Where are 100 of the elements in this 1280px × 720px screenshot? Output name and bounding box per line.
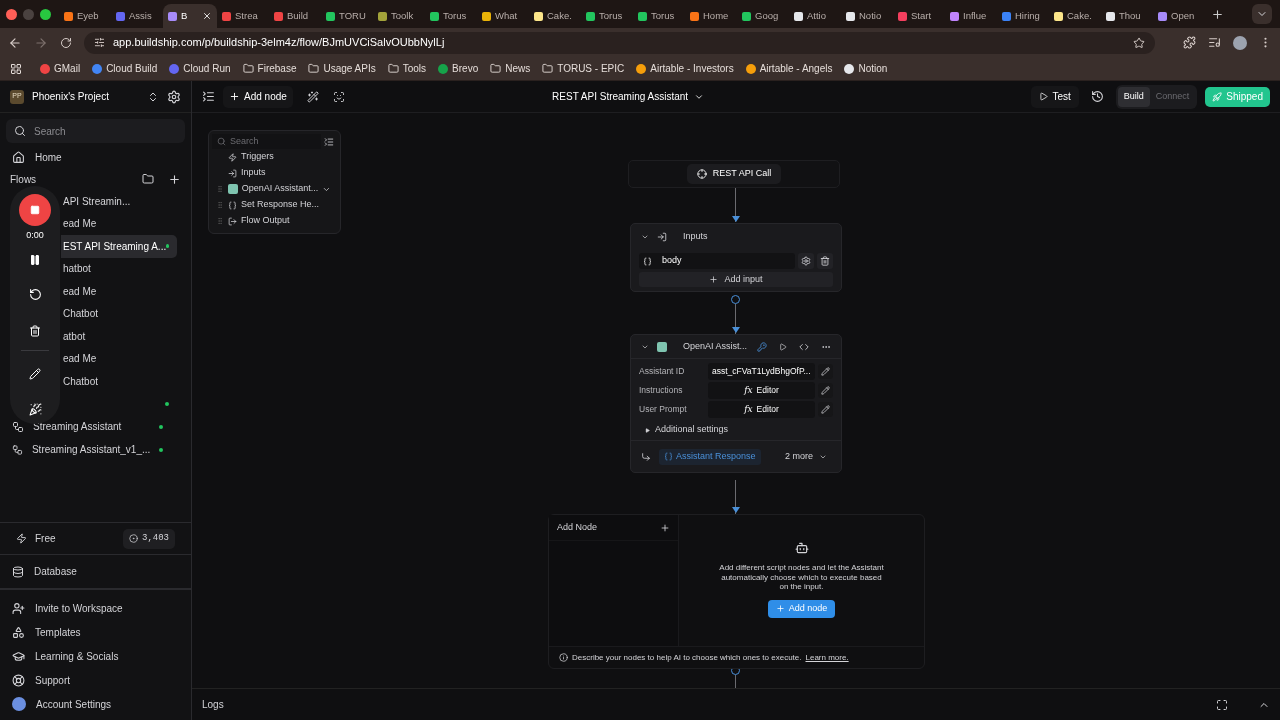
profile-avatar[interactable] <box>1233 35 1247 50</box>
test-button[interactable]: Test <box>1031 85 1079 108</box>
sidebar-item[interactable]: Support <box>35 672 71 688</box>
browser-tab[interactable]: Torus <box>425 4 477 28</box>
bookmark[interactable]: Airtable - Investors <box>650 61 734 76</box>
tab-search-button[interactable] <box>1252 4 1272 24</box>
new-tab-icon[interactable] <box>1211 7 1224 21</box>
expand-icon[interactable] <box>1216 698 1228 711</box>
bookmark[interactable]: Cloud Build <box>106 61 158 76</box>
bookmark-star-icon[interactable] <box>1133 36 1145 49</box>
browser-tab[interactable]: Goog <box>737 4 789 28</box>
browser-tab[interactable]: What <box>477 4 529 28</box>
logs-tab[interactable]: Logs <box>202 697 224 712</box>
drag-handle-icon[interactable] <box>216 185 224 193</box>
magic-wand-icon[interactable] <box>306 90 319 103</box>
sidebar-item[interactable]: Learning & Socials <box>35 648 119 664</box>
restart-icon[interactable] <box>28 287 42 301</box>
stop-recording-button[interactable] <box>19 194 51 226</box>
drag-handle-icon[interactable] <box>216 201 224 209</box>
sidebar-item[interactable]: Database <box>34 564 77 579</box>
extensions-icon[interactable] <box>1183 36 1196 49</box>
sidebar-item[interactable]: Templates <box>35 624 81 640</box>
browser-tab[interactable]: Thou <box>1101 4 1153 28</box>
learn-more-link[interactable]: Learn more. <box>805 651 849 664</box>
code-icon[interactable] <box>799 341 809 352</box>
delete-icon[interactable] <box>817 253 833 269</box>
browser-tab[interactable]: Hiring <box>997 4 1049 28</box>
browser-tab[interactable]: Toolk <box>373 4 425 28</box>
bookmark[interactable]: Brevo <box>452 61 479 76</box>
add-icon[interactable] <box>660 522 670 533</box>
edit-icon[interactable] <box>818 364 833 379</box>
search-field[interactable]: Search <box>6 119 185 143</box>
bookmark[interactable]: Cloud Run <box>183 61 231 76</box>
project-name[interactable]: Phoenix's Project <box>32 89 139 104</box>
panel-item[interactable]: Set Response He... <box>241 198 320 212</box>
bookmark[interactable]: News <box>505 61 531 76</box>
apps-icon[interactable] <box>10 62 22 75</box>
browser-tab[interactable]: Start <box>893 4 945 28</box>
panel-item[interactable]: Triggers <box>241 150 274 164</box>
mode-tab[interactable]: Build <box>1117 86 1150 107</box>
panel-search-field[interactable]: Search <box>212 134 321 149</box>
trigger-chip[interactable]: REST API Call <box>686 164 782 184</box>
flow-item[interactable]: Chatbot <box>61 302 177 325</box>
flow-item[interactable]: Streaming Assistant_v1_... <box>31 442 151 457</box>
flow-item[interactable]: ead Me <box>61 212 177 235</box>
browser-tab[interactable]: TORU <box>321 4 373 28</box>
flow-item[interactable]: Streaming Assistant <box>33 419 122 434</box>
browser-tab[interactable]: Build <box>269 4 321 28</box>
collapse-icon[interactable] <box>641 233 649 241</box>
delete-icon[interactable] <box>29 324 41 337</box>
edit-icon[interactable] <box>818 402 833 417</box>
flow-item[interactable]: ead Me <box>61 280 177 303</box>
additional-settings-toggle[interactable]: Additional settings <box>639 420 833 440</box>
collapse-panel-icon[interactable] <box>202 90 215 103</box>
add-flow-icon[interactable] <box>168 172 181 186</box>
field-value[interactable]: asst_cFVaT1LydBhgOfP... <box>708 363 815 380</box>
settings-icon[interactable] <box>167 89 181 104</box>
panel-item[interactable]: OpenAI Assistant... <box>241 182 319 196</box>
media-icon[interactable] <box>1208 36 1221 49</box>
browser-tab[interactable]: Torus <box>633 4 685 28</box>
bookmark[interactable]: TORUS - EPIC <box>557 61 625 76</box>
flow-item[interactable]: API Streamin... <box>61 190 177 213</box>
flow-title-dropdown[interactable]: REST API Streaming Assistant <box>552 89 705 104</box>
sidebar-item[interactable]: Home <box>35 149 62 165</box>
flow-item[interactable]: ead Me <box>61 347 177 370</box>
input-row[interactable]: body <box>639 253 795 269</box>
browser-tab[interactable]: Cake. <box>1049 4 1101 28</box>
browser-tab[interactable]: Notio <box>841 4 893 28</box>
drag-handle-icon[interactable] <box>216 217 224 225</box>
pause-icon[interactable] <box>29 253 41 266</box>
bookmark[interactable]: Notion <box>858 61 888 76</box>
bookmark[interactable]: Firebase <box>257 61 297 76</box>
panel-item[interactable]: Flow Output <box>241 214 290 228</box>
browser-tab[interactable]: Assis <box>111 4 163 28</box>
add-input-button[interactable]: Add input <box>639 272 833 287</box>
sparkle-icon[interactable] <box>28 402 42 416</box>
add-node-button[interactable]: Add node <box>223 85 293 108</box>
browser-tab[interactable]: Influe <box>945 4 997 28</box>
flow-item[interactable]: Chatbot <box>61 370 177 393</box>
run-icon[interactable] <box>779 342 787 351</box>
more-outputs-dropdown[interactable]: 2 more <box>785 449 827 464</box>
pencil-icon[interactable] <box>29 367 41 380</box>
key-icon[interactable] <box>757 341 767 352</box>
browser-tab[interactable]: Torus <box>581 4 633 28</box>
field-value[interactable]: fx Editor <box>708 401 815 418</box>
bookmark[interactable]: Tools <box>402 61 427 76</box>
forward-icon[interactable] <box>34 35 48 50</box>
project-switch-icon[interactable] <box>147 90 159 103</box>
browser-tab[interactable]: Attio <box>789 4 841 28</box>
panel-item[interactable]: Inputs <box>241 166 266 180</box>
bookmark[interactable]: GMail <box>54 61 81 76</box>
bookmark[interactable]: Airtable - Angels <box>759 61 833 76</box>
flow-item[interactable]: hatbot <box>61 257 177 280</box>
new-folder-icon[interactable] <box>142 173 154 185</box>
reload-icon[interactable] <box>60 36 72 49</box>
history-icon[interactable] <box>1090 90 1104 103</box>
sidebar-item[interactable]: Account Settings <box>36 696 112 712</box>
browser-tab[interactable]: Cake. <box>529 4 581 28</box>
back-icon[interactable] <box>8 35 22 50</box>
flow-item[interactable]: atbot <box>61 325 177 348</box>
